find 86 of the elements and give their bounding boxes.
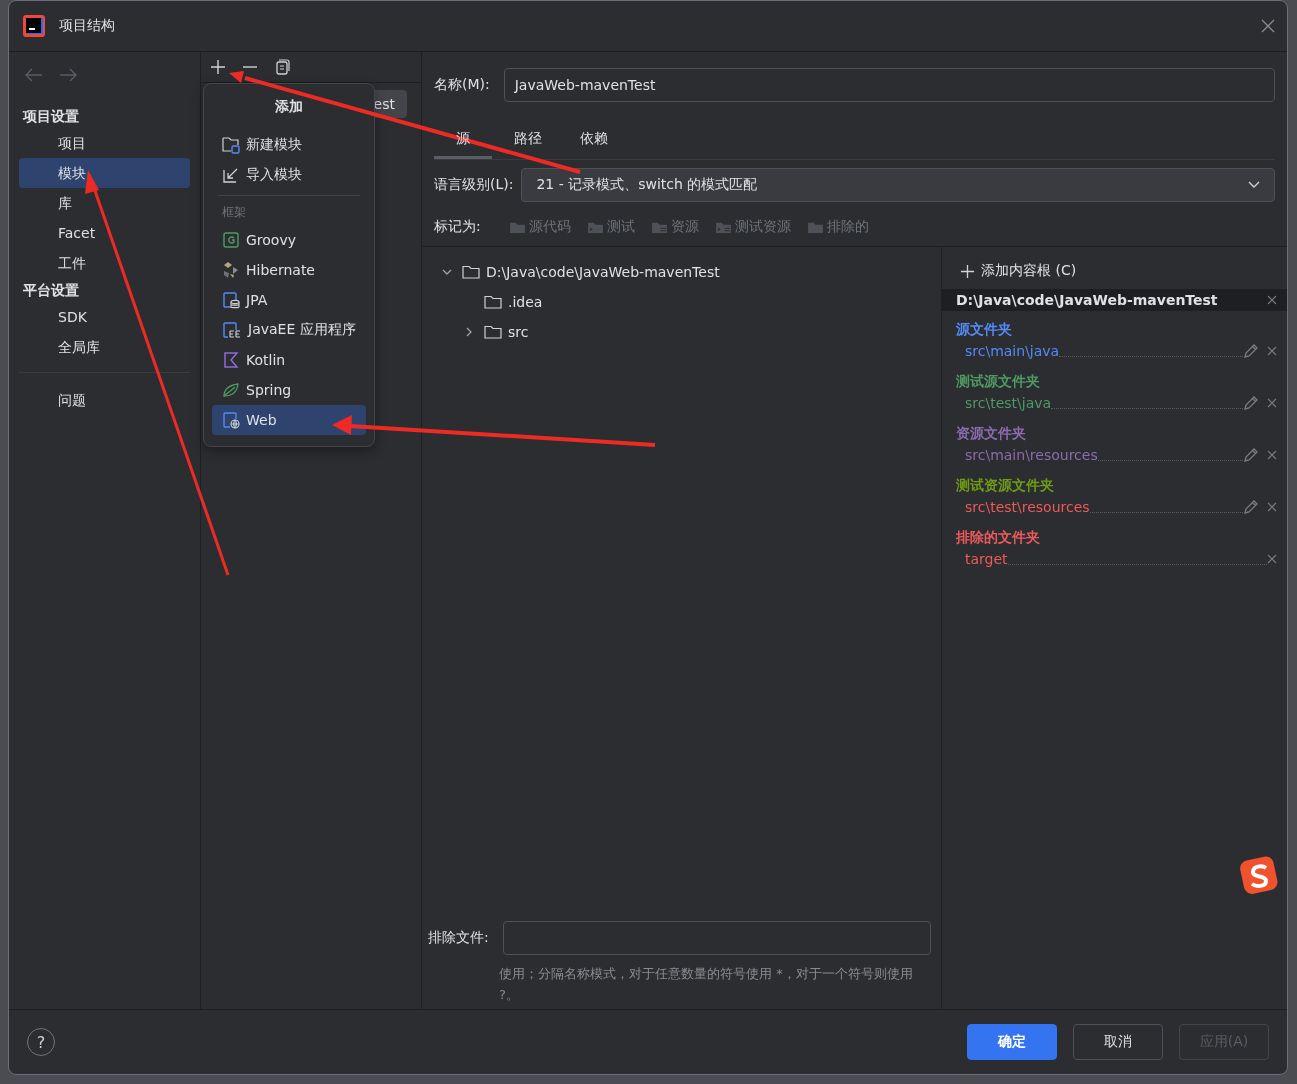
leaf-icon xyxy=(222,381,240,399)
folder-path: src\test\java xyxy=(965,395,1052,411)
close-icon[interactable] xyxy=(1267,554,1277,564)
folder-group-heading: 测试源文件夹 xyxy=(956,373,1041,391)
groovy-icon xyxy=(222,231,240,249)
sidebar-item[interactable]: SDK xyxy=(19,302,190,332)
close-icon[interactable] xyxy=(1267,346,1277,356)
name-field[interactable]: JavaWeb-mavenTest xyxy=(503,68,1275,102)
close-icon[interactable] xyxy=(1267,398,1277,408)
menu-item[interactable]: 新建模块 xyxy=(212,130,366,160)
tree-item[interactable]: src xyxy=(508,324,529,340)
folder-icon xyxy=(462,265,480,279)
forward-arrow-icon[interactable] xyxy=(59,68,77,82)
sidebar-item[interactable]: Facet xyxy=(19,218,190,248)
sidebar-item[interactable]: 项目 xyxy=(19,128,190,158)
chevron-icon[interactable] xyxy=(442,267,452,277)
tree-item[interactable]: .idea xyxy=(508,294,543,310)
pencil-icon[interactable] xyxy=(1243,395,1259,411)
hibernate-icon xyxy=(222,261,240,279)
back-arrow-icon[interactable] xyxy=(25,68,43,82)
pencil-icon[interactable] xyxy=(1243,343,1259,359)
dialog-button[interactable]: 确定 xyxy=(967,1024,1057,1060)
tree-item[interactable]: D:\Java\code\JavaWeb-mavenTest xyxy=(486,264,720,280)
pencil-icon[interactable] xyxy=(1243,447,1259,463)
chevron-down-icon xyxy=(1248,181,1260,189)
sidebar-item[interactable]: 库 xyxy=(19,188,190,218)
tab[interactable]: 路径 xyxy=(498,126,558,159)
kotlin-icon xyxy=(222,351,240,369)
chevron-icon[interactable] xyxy=(464,327,474,337)
menu-item[interactable]: Spring xyxy=(212,375,366,405)
folder-icon xyxy=(714,220,732,234)
section-heading: 项目设置 xyxy=(21,107,80,126)
close-icon[interactable] xyxy=(1267,450,1277,460)
mark-as-label: 标记为: xyxy=(434,218,481,236)
close-icon[interactable] xyxy=(1267,295,1277,305)
folder-path: target xyxy=(965,551,1008,567)
menu-item[interactable]: Hibernate xyxy=(212,255,366,285)
pencil-icon[interactable] xyxy=(1243,499,1259,515)
folder-path: src\main\java xyxy=(965,343,1060,359)
folder-group-heading: 源文件夹 xyxy=(956,321,1013,339)
add-icon xyxy=(960,263,975,279)
exclude-files-label: 排除文件: xyxy=(428,929,489,947)
database-icon xyxy=(222,291,240,309)
language-level-dropdown[interactable]: 21 - 记录模式、switch 的模式匹配 xyxy=(521,168,1275,202)
popup-title: 添加 xyxy=(275,98,303,116)
exclude-files-field[interactable] xyxy=(502,921,931,955)
menu-item[interactable]: Web xyxy=(212,405,366,435)
section-heading: 平台设置 xyxy=(22,281,80,300)
menu-item[interactable]: JPA xyxy=(212,285,366,315)
sidebar-item[interactable]: 问题 xyxy=(19,385,190,415)
close-icon[interactable] xyxy=(1261,19,1275,33)
name-label: 名称(M): xyxy=(434,76,490,94)
folder-path: src\test\resources xyxy=(965,499,1090,515)
menu-item[interactable]: Kotlin xyxy=(212,345,366,375)
menu-item[interactable]: JavaEE 应用程序 xyxy=(212,315,366,345)
folder-group-heading: 资源文件夹 xyxy=(956,425,1027,443)
section-label: 框架 xyxy=(221,204,247,221)
copy-icon[interactable] xyxy=(274,59,290,75)
window-title: 项目结构 xyxy=(59,17,115,35)
folder-icon xyxy=(484,295,502,309)
add-content-root-button[interactable]: 添加内容根 (C) xyxy=(960,261,1077,281)
new-module-icon xyxy=(222,136,240,154)
add-icon[interactable] xyxy=(210,59,226,75)
folder-group-heading: 测试资源文件夹 xyxy=(956,477,1055,495)
javaee-icon xyxy=(222,321,242,339)
folder-icon xyxy=(806,220,824,234)
import-icon xyxy=(222,166,240,184)
close-icon[interactable] xyxy=(1267,502,1277,512)
sidebar-item[interactable]: 模块 xyxy=(19,158,190,188)
sidebar-item[interactable]: 全局库 xyxy=(19,332,190,362)
folder-icon xyxy=(586,220,604,234)
language-level-label: 语言级别(L): xyxy=(434,176,514,194)
content-root-path: D:\Java\code\JavaWeb-mavenTest xyxy=(956,292,1218,308)
menu-item[interactable]: Groovy xyxy=(212,225,366,255)
folder-path: src\main\resources xyxy=(965,447,1098,463)
remove-icon[interactable] xyxy=(242,65,258,69)
folder-group-heading: 排除的文件夹 xyxy=(956,529,1041,547)
web-icon xyxy=(222,411,240,429)
folder-icon xyxy=(484,325,502,339)
menu-item[interactable]: 导入模块 xyxy=(212,160,366,190)
folder-icon xyxy=(650,220,668,234)
sidebar-item[interactable]: 工件 xyxy=(19,248,190,278)
tab[interactable]: 依赖 xyxy=(564,126,624,159)
folder-icon xyxy=(508,220,526,234)
app-logo-icon xyxy=(23,15,45,37)
dialog-button[interactable]: 取消 xyxy=(1073,1024,1163,1060)
